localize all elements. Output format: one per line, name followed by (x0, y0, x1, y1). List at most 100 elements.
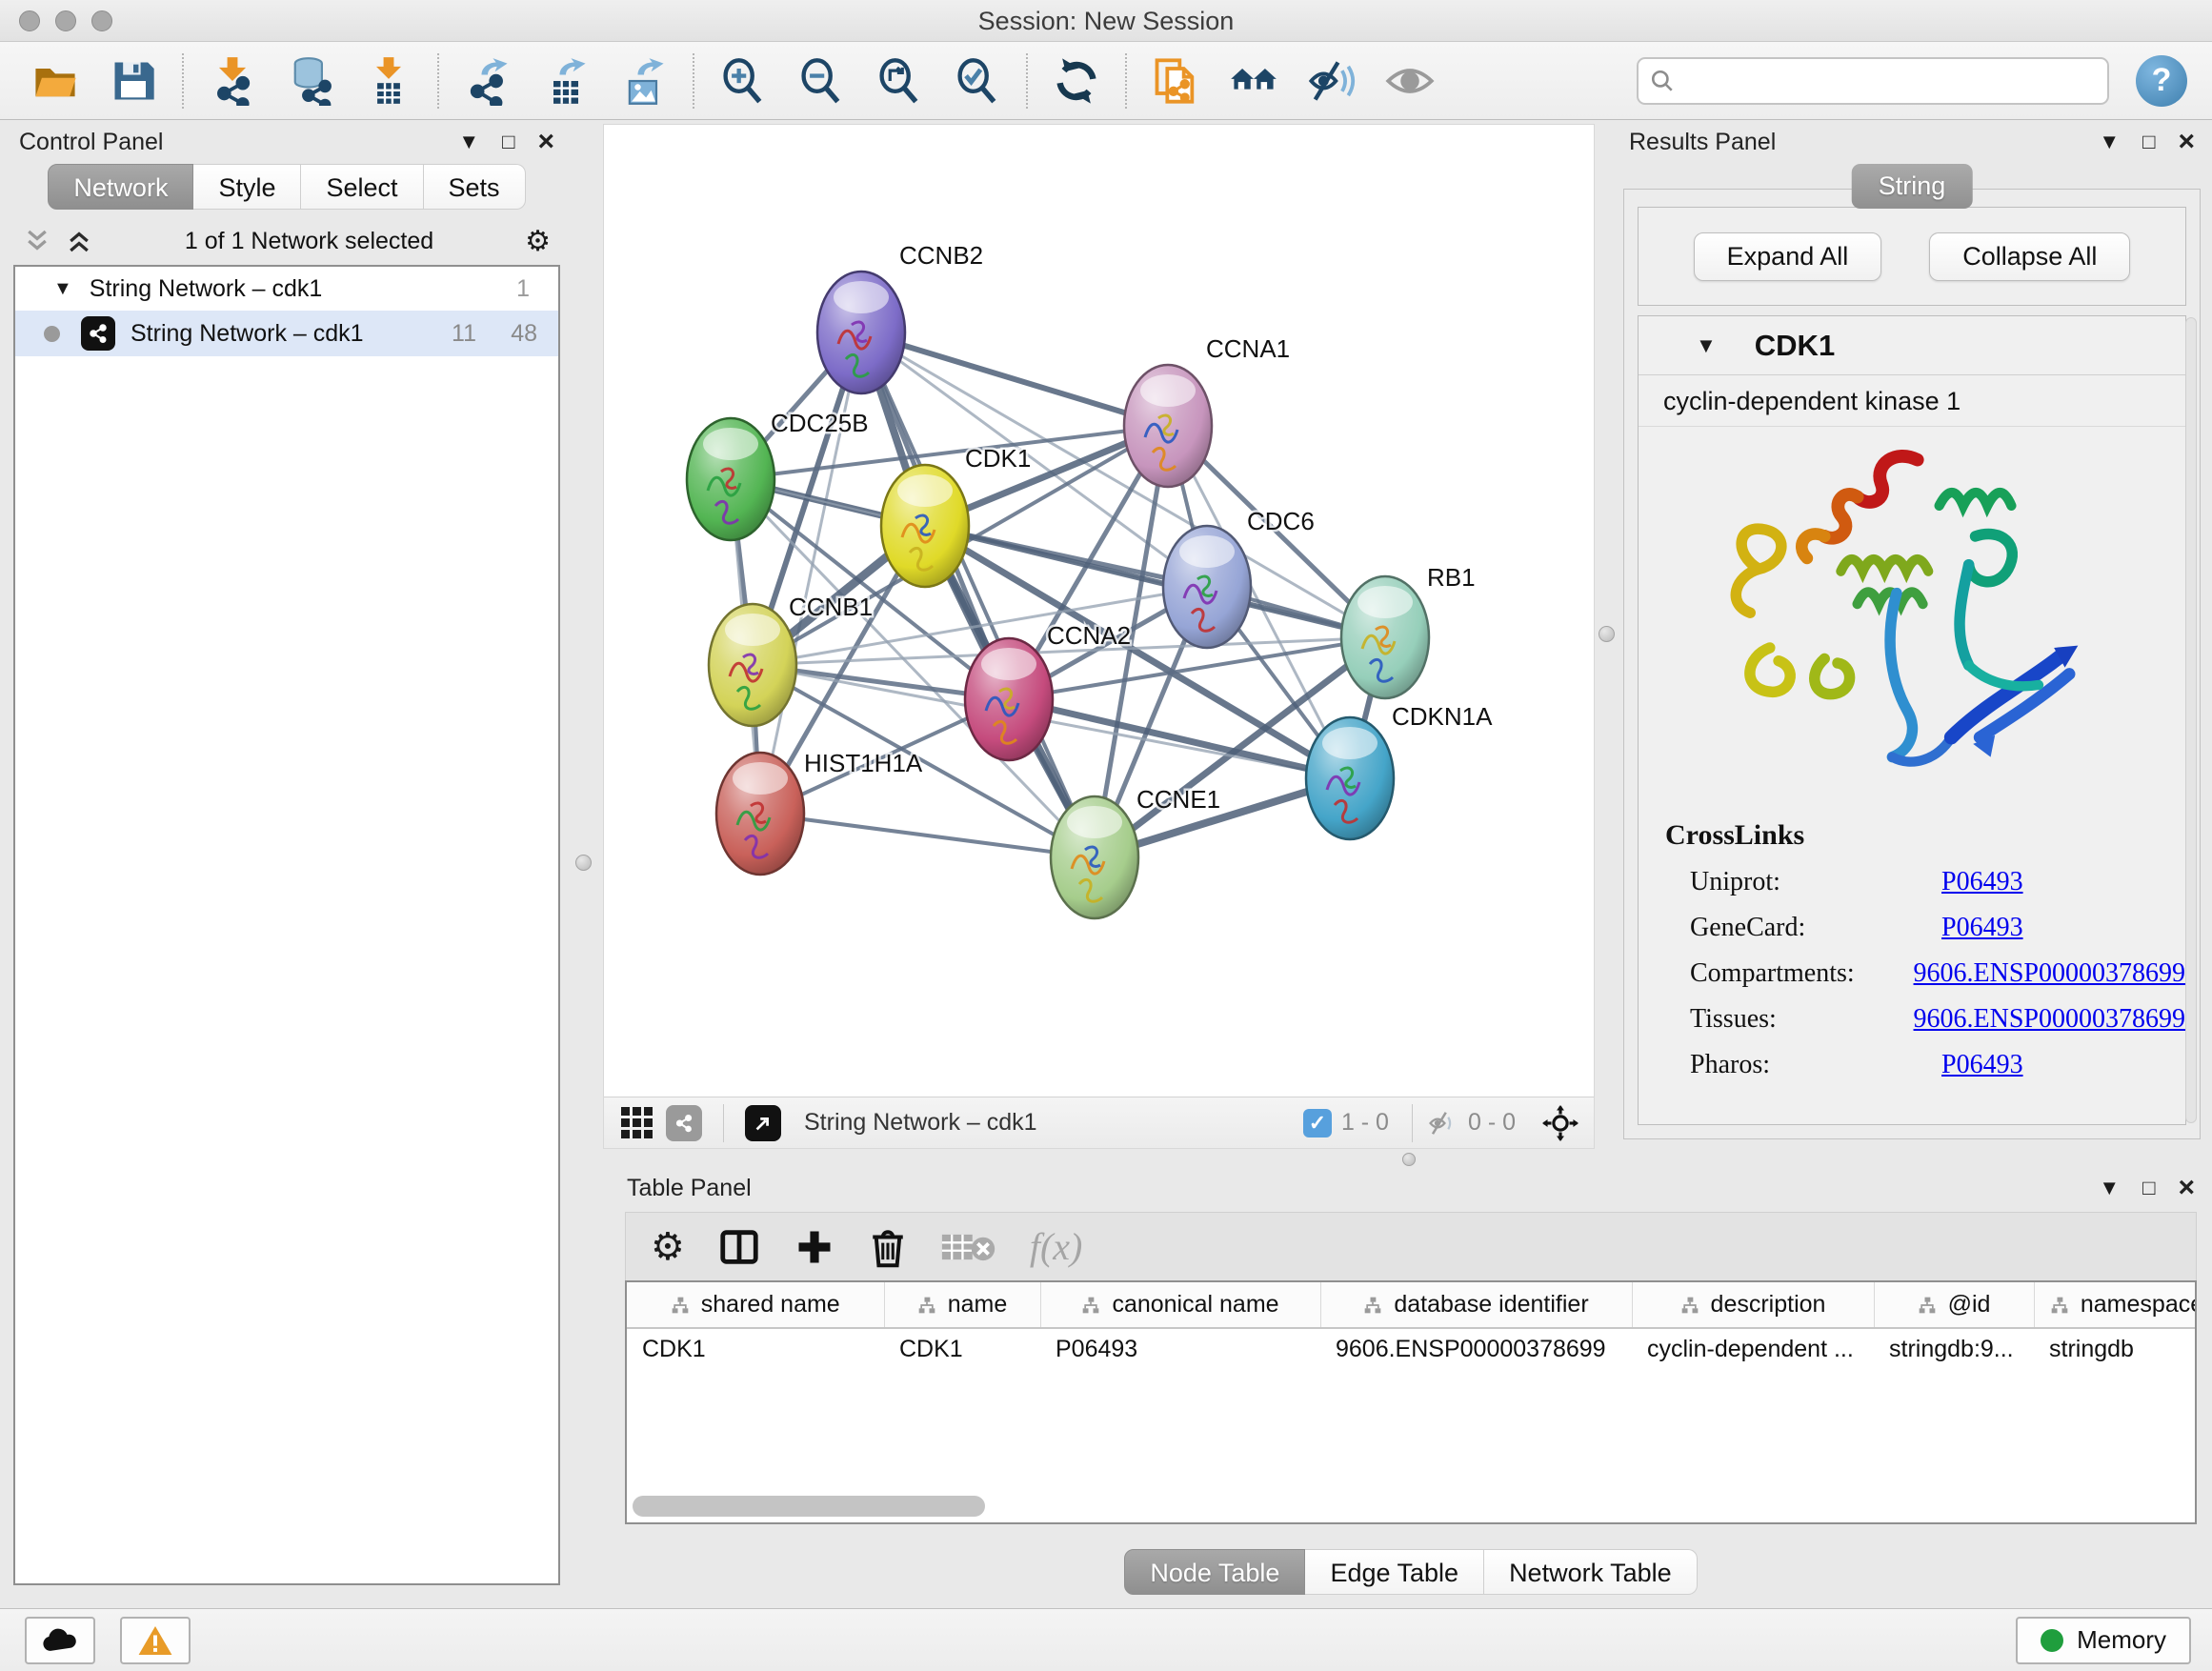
open-external-icon[interactable] (745, 1105, 781, 1141)
results-panel-float-icon[interactable]: □ (2142, 131, 2155, 152)
edge-CDK1-RB1[interactable] (925, 526, 1385, 637)
zoom-in-button[interactable] (713, 50, 774, 111)
edge-CCNB2-CCNA1[interactable] (861, 332, 1168, 426)
table-cell[interactable]: stringdb (2034, 1328, 2197, 1370)
export-image-button[interactable] (613, 50, 674, 111)
protein-header[interactable]: ▼ CDK1 (1639, 316, 2185, 375)
node-label-CCNA1: CCNA1 (1206, 334, 1290, 363)
warning-button[interactable] (120, 1617, 191, 1664)
network-options-gear-icon[interactable]: ⚙ (525, 225, 551, 258)
collapse-all-button[interactable]: Collapse All (1929, 232, 2130, 281)
table-panel-menu-icon[interactable]: ▼ (2099, 1178, 2120, 1198)
control-panel-close-icon[interactable]: × (537, 128, 554, 156)
import-network-button[interactable] (202, 50, 263, 111)
expand-all-icon[interactable] (65, 227, 93, 255)
protein-expander-icon[interactable]: ▼ (1696, 333, 1717, 358)
control-panel-float-icon[interactable]: □ (502, 131, 514, 152)
tab-sets[interactable]: Sets (424, 164, 526, 210)
zoom-out-button[interactable] (791, 50, 852, 111)
node-highlight (733, 762, 788, 795)
table-hscrollbar-thumb[interactable] (633, 1496, 985, 1517)
tab-network[interactable]: Network (48, 164, 193, 210)
first-neighbors-button[interactable] (1223, 50, 1284, 111)
edge-CCNB2-HIST1H1A[interactable] (760, 332, 861, 814)
tab-network-table[interactable]: Network Table (1484, 1549, 1698, 1595)
column-header[interactable]: namespace (2034, 1282, 2197, 1328)
table-cell[interactable]: P06493 (1040, 1328, 1320, 1370)
hide-selected-button[interactable] (1301, 50, 1362, 111)
column-header[interactable]: @id (1874, 1282, 2034, 1328)
collapse-all-icon[interactable] (23, 227, 51, 255)
table-cell[interactable]: stringdb:9... (1874, 1328, 2034, 1370)
crosslink-link[interactable]: P06493 (1941, 1050, 2023, 1080)
crosshair-icon[interactable] (1542, 1105, 1579, 1141)
node-label-CCNB2: CCNB2 (899, 241, 983, 270)
column-header[interactable]: database identifier (1320, 1282, 1632, 1328)
function-builder-icon[interactable]: f(x) (1030, 1224, 1083, 1269)
column-header[interactable]: canonical name (1040, 1282, 1320, 1328)
shared-column-icon (1363, 1296, 1382, 1315)
node-highlight (1357, 586, 1413, 618)
tab-select[interactable]: Select (301, 164, 423, 210)
network-selection-status: 1 of 1 Network selected (93, 228, 525, 255)
results-scrollbar[interactable] (2185, 317, 2197, 1123)
tab-node-table[interactable]: Node Table (1124, 1549, 1305, 1595)
selected-checkbox[interactable]: ✓ (1303, 1109, 1332, 1137)
expand-all-button[interactable]: Expand All (1694, 232, 1882, 281)
show-all-button[interactable] (1379, 50, 1440, 111)
zoom-selected-button[interactable] (947, 50, 1008, 111)
import-table-button[interactable] (358, 50, 419, 111)
export-network-button[interactable] (457, 50, 518, 111)
add-column-icon[interactable] (794, 1226, 835, 1268)
network-collection-row[interactable]: ▼ String Network – cdk1 1 (15, 267, 558, 311)
refresh-button[interactable] (1046, 50, 1107, 111)
control-panel-menu-icon[interactable]: ▼ (458, 131, 479, 152)
table-row: CDK1CDK1P064939606.ENSP00000378699cyclin… (627, 1328, 2197, 1370)
table-settings-icon[interactable]: ⚙ (651, 1225, 685, 1269)
crosslink-link[interactable]: P06493 (1941, 913, 2023, 943)
delete-table-icon[interactable] (940, 1229, 997, 1265)
table-panel-close-icon[interactable]: × (2178, 1174, 2195, 1202)
delete-column-icon[interactable] (868, 1225, 908, 1269)
results-panel-close-icon[interactable]: × (2178, 128, 2195, 156)
results-panel-menu-icon[interactable]: ▼ (2099, 131, 2120, 152)
export-table-button[interactable] (535, 50, 596, 111)
crosslink-link[interactable]: P06493 (1941, 867, 2023, 897)
edge-CCNB2-CCNE1[interactable] (861, 332, 1095, 857)
selected-counts: 1 - 0 (1341, 1109, 1389, 1137)
network-canvas[interactable]: CCNB2CCNA1CDC25BCDK1CDC6RB1CCNB1CCNA2HIS… (603, 124, 1595, 1149)
edge-HIST1H1A-CCNE1[interactable] (760, 814, 1095, 857)
column-header[interactable]: shared name (627, 1282, 884, 1328)
right-splitter-handle[interactable] (1599, 626, 1615, 642)
tab-style[interactable]: Style (193, 164, 301, 210)
table-cell[interactable]: CDK1 (884, 1328, 1040, 1370)
column-header[interactable]: name (884, 1282, 1040, 1328)
cloud-button[interactable] (25, 1617, 95, 1664)
network-graph[interactable]: CCNB2CCNA1CDC25BCDK1CDC6RB1CCNB1CCNA2HIS… (604, 125, 1594, 1095)
search-input[interactable] (1684, 66, 2096, 95)
protein-structure-image (1688, 440, 2136, 812)
grid-view-icon[interactable] (621, 1107, 653, 1138)
left-splitter-handle[interactable] (575, 855, 592, 871)
table-cell[interactable]: CDK1 (627, 1328, 884, 1370)
columns-icon[interactable] (717, 1225, 761, 1269)
bottom-splitter-handle[interactable] (1402, 1153, 1416, 1166)
table-cell[interactable]: cyclin-dependent ... (1632, 1328, 1874, 1370)
table-panel-float-icon[interactable]: □ (2142, 1178, 2155, 1198)
save-session-button[interactable] (103, 50, 164, 111)
crosslink-link[interactable]: 9606.ENSP00000378699 (1914, 1004, 2185, 1035)
help-button[interactable]: ? (2136, 55, 2187, 107)
tab-edge-table[interactable]: Edge Table (1305, 1549, 1484, 1595)
column-header[interactable]: description (1632, 1282, 1874, 1328)
network-row[interactable]: String Network – cdk1 11 48 (15, 311, 558, 356)
share-view-icon[interactable] (666, 1105, 702, 1141)
import-database-button[interactable] (280, 50, 341, 111)
clone-network-button[interactable] (1145, 50, 1206, 111)
open-session-button[interactable] (25, 50, 86, 111)
collection-expander-icon[interactable]: ▼ (53, 278, 72, 300)
memory-button[interactable]: Memory (2016, 1617, 2191, 1664)
tab-string[interactable]: String (1852, 164, 1973, 209)
crosslink-link[interactable]: 9606.ENSP00000378699 (1914, 958, 2185, 989)
zoom-fit-button[interactable] (869, 50, 930, 111)
table-cell[interactable]: 9606.ENSP00000378699 (1320, 1328, 1632, 1370)
